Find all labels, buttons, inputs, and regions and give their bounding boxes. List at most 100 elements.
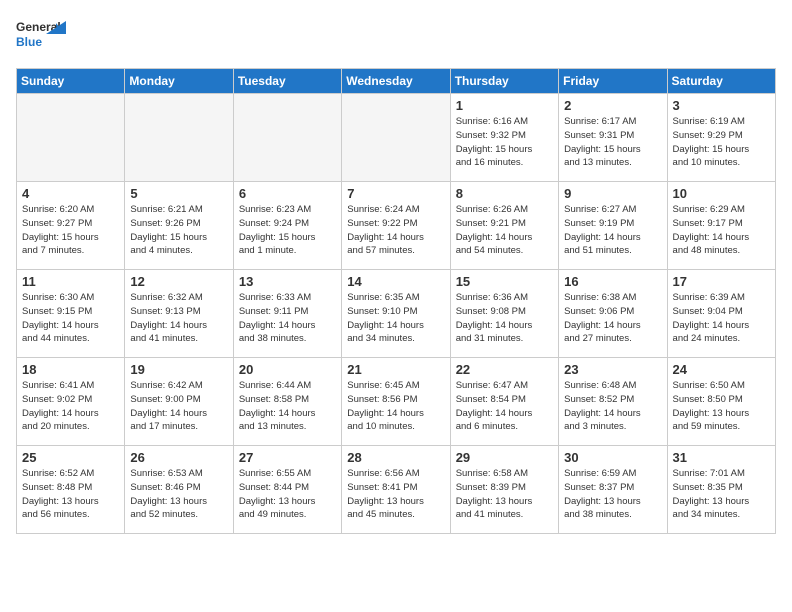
day-number: 26: [130, 450, 227, 465]
week-row-1: 1Sunrise: 6:16 AM Sunset: 9:32 PM Daylig…: [17, 94, 776, 182]
calendar-cell: 24 Sunrise: 6:50 AM Sunset: 8:50 PM Dayli…: [667, 358, 775, 446]
header-monday: Monday: [125, 69, 233, 94]
day-number: 28: [347, 450, 444, 465]
day-number: 20: [239, 362, 336, 377]
calendar-cell: [125, 94, 233, 182]
day-detail: Sunrise: 6:59 AM Sunset: 8:37 PM Dayligh…: [564, 467, 661, 522]
calendar-cell: 7 Sunrise: 6:24 AM Sunset: 9:22 PM Daylig…: [342, 182, 450, 270]
day-number: 27: [239, 450, 336, 465]
day-number: 8: [456, 186, 553, 201]
day-detail: Sunrise: 6:39 AM Sunset: 9:04 PM Dayligh…: [673, 291, 770, 346]
calendar-cell: 16 Sunrise: 6:38 AM Sunset: 9:06 PM Dayli…: [559, 270, 667, 358]
calendar-cell: 29 Sunrise: 6:58 AM Sunset: 8:39 PM Dayli…: [450, 446, 558, 534]
day-detail: Sunrise: 6:29 AM Sunset: 9:17 PM Dayligh…: [673, 203, 770, 258]
day-detail: Sunrise: 6:32 AM Sunset: 9:13 PM Dayligh…: [130, 291, 227, 346]
calendar-cell: 3Sunrise: 6:19 AM Sunset: 9:29 PM Daylig…: [667, 94, 775, 182]
header-sunday: Sunday: [17, 69, 125, 94]
day-detail: Sunrise: 6:48 AM Sunset: 8:52 PM Dayligh…: [564, 379, 661, 434]
calendar-cell: 1Sunrise: 6:16 AM Sunset: 9:32 PM Daylig…: [450, 94, 558, 182]
day-number: 17: [673, 274, 770, 289]
day-number: 2: [564, 98, 661, 113]
day-number: 16: [564, 274, 661, 289]
day-detail: Sunrise: 6:47 AM Sunset: 8:54 PM Dayligh…: [456, 379, 553, 434]
calendar-cell: 13 Sunrise: 6:33 AM Sunset: 9:11 PM Dayli…: [233, 270, 341, 358]
day-number: 29: [456, 450, 553, 465]
day-detail: Sunrise: 6:23 AM Sunset: 9:24 PM Dayligh…: [239, 203, 336, 258]
calendar-cell: 9 Sunrise: 6:27 AM Sunset: 9:19 PM Daylig…: [559, 182, 667, 270]
calendar-cell: 8 Sunrise: 6:26 AM Sunset: 9:21 PM Daylig…: [450, 182, 558, 270]
calendar-cell: 31 Sunrise: 7:01 AM Sunset: 8:35 PM Dayli…: [667, 446, 775, 534]
day-detail: Sunrise: 6:35 AM Sunset: 9:10 PM Dayligh…: [347, 291, 444, 346]
calendar-cell: [17, 94, 125, 182]
day-number: 24: [673, 362, 770, 377]
calendar-cell: 14 Sunrise: 6:35 AM Sunset: 9:10 PM Dayli…: [342, 270, 450, 358]
calendar-cell: 22 Sunrise: 6:47 AM Sunset: 8:54 PM Dayli…: [450, 358, 558, 446]
day-number: 1: [456, 98, 553, 113]
calendar-cell: 6 Sunrise: 6:23 AM Sunset: 9:24 PM Daylig…: [233, 182, 341, 270]
week-row-3: 11Sunrise: 6:30 AM Sunset: 9:15 PM Dayli…: [17, 270, 776, 358]
day-detail: Sunrise: 6:26 AM Sunset: 9:21 PM Dayligh…: [456, 203, 553, 258]
calendar-cell: 18 Sunrise: 6:41 AM Sunset: 9:02 PM Dayli…: [17, 358, 125, 446]
day-number: 25: [22, 450, 119, 465]
calendar-cell: 20Sunrise: 6:44 AM Sunset: 8:58 PM Dayli…: [233, 358, 341, 446]
day-number: 9: [564, 186, 661, 201]
day-detail: Sunrise: 6:24 AM Sunset: 9:22 PM Dayligh…: [347, 203, 444, 258]
page-header: GeneralBlue: [16, 16, 776, 56]
day-number: 7: [347, 186, 444, 201]
day-detail: Sunrise: 6:42 AM Sunset: 9:00 PM Dayligh…: [130, 379, 227, 434]
day-number: 4: [22, 186, 119, 201]
calendar-cell: 21 Sunrise: 6:45 AM Sunset: 8:56 PM Dayli…: [342, 358, 450, 446]
calendar-cell: [233, 94, 341, 182]
day-number: 18: [22, 362, 119, 377]
day-detail: Sunrise: 6:30 AM Sunset: 9:15 PM Dayligh…: [22, 291, 119, 346]
header-tuesday: Tuesday: [233, 69, 341, 94]
day-detail: Sunrise: 6:45 AM Sunset: 8:56 PM Dayligh…: [347, 379, 444, 434]
day-number: 14: [347, 274, 444, 289]
day-detail: Sunrise: 6:50 AM Sunset: 8:50 PM Dayligh…: [673, 379, 770, 434]
day-detail: Sunrise: 6:21 AM Sunset: 9:26 PM Dayligh…: [130, 203, 227, 258]
day-detail: Sunrise: 6:27 AM Sunset: 9:19 PM Dayligh…: [564, 203, 661, 258]
week-row-2: 4Sunrise: 6:20 AM Sunset: 9:27 PM Daylig…: [17, 182, 776, 270]
calendar-cell: 4Sunrise: 6:20 AM Sunset: 9:27 PM Daylig…: [17, 182, 125, 270]
logo-svg: GeneralBlue: [16, 16, 66, 56]
day-detail: Sunrise: 6:17 AM Sunset: 9:31 PM Dayligh…: [564, 115, 661, 170]
calendar-header-row: SundayMondayTuesdayWednesdayThursdayFrid…: [17, 69, 776, 94]
day-number: 31: [673, 450, 770, 465]
calendar-cell: 11Sunrise: 6:30 AM Sunset: 9:15 PM Dayli…: [17, 270, 125, 358]
calendar-cell: 17 Sunrise: 6:39 AM Sunset: 9:04 PM Dayli…: [667, 270, 775, 358]
day-number: 30: [564, 450, 661, 465]
week-row-4: 18 Sunrise: 6:41 AM Sunset: 9:02 PM Dayli…: [17, 358, 776, 446]
svg-text:Blue: Blue: [16, 35, 42, 49]
calendar-cell: 12 Sunrise: 6:32 AM Sunset: 9:13 PM Dayli…: [125, 270, 233, 358]
calendar-cell: 2 Sunrise: 6:17 AM Sunset: 9:31 PM Daylig…: [559, 94, 667, 182]
logo: GeneralBlue: [16, 16, 66, 56]
calendar-cell: 27 Sunrise: 6:55 AM Sunset: 8:44 PM Dayli…: [233, 446, 341, 534]
header-thursday: Thursday: [450, 69, 558, 94]
calendar-cell: 10 Sunrise: 6:29 AM Sunset: 9:17 PM Dayli…: [667, 182, 775, 270]
calendar-cell: 30 Sunrise: 6:59 AM Sunset: 8:37 PM Dayli…: [559, 446, 667, 534]
header-saturday: Saturday: [667, 69, 775, 94]
calendar-cell: 19Sunrise: 6:42 AM Sunset: 9:00 PM Dayli…: [125, 358, 233, 446]
day-number: 13: [239, 274, 336, 289]
calendar-cell: 26Sunrise: 6:53 AM Sunset: 8:46 PM Dayli…: [125, 446, 233, 534]
calendar-cell: 25 Sunrise: 6:52 AM Sunset: 8:48 PM Dayli…: [17, 446, 125, 534]
day-detail: Sunrise: 7:01 AM Sunset: 8:35 PM Dayligh…: [673, 467, 770, 522]
day-detail: Sunrise: 6:33 AM Sunset: 9:11 PM Dayligh…: [239, 291, 336, 346]
day-number: 22: [456, 362, 553, 377]
day-detail: Sunrise: 6:41 AM Sunset: 9:02 PM Dayligh…: [22, 379, 119, 434]
header-friday: Friday: [559, 69, 667, 94]
day-detail: Sunrise: 6:56 AM Sunset: 8:41 PM Dayligh…: [347, 467, 444, 522]
day-number: 23: [564, 362, 661, 377]
day-number: 12: [130, 274, 227, 289]
day-number: 10: [673, 186, 770, 201]
calendar-table: SundayMondayTuesdayWednesdayThursdayFrid…: [16, 68, 776, 534]
day-detail: Sunrise: 6:58 AM Sunset: 8:39 PM Dayligh…: [456, 467, 553, 522]
day-detail: Sunrise: 6:52 AM Sunset: 8:48 PM Dayligh…: [22, 467, 119, 522]
week-row-5: 25 Sunrise: 6:52 AM Sunset: 8:48 PM Dayli…: [17, 446, 776, 534]
day-detail: Sunrise: 6:38 AM Sunset: 9:06 PM Dayligh…: [564, 291, 661, 346]
calendar-cell: 23 Sunrise: 6:48 AM Sunset: 8:52 PM Dayli…: [559, 358, 667, 446]
header-wednesday: Wednesday: [342, 69, 450, 94]
day-detail: Sunrise: 6:55 AM Sunset: 8:44 PM Dayligh…: [239, 467, 336, 522]
day-number: 6: [239, 186, 336, 201]
day-number: 21: [347, 362, 444, 377]
